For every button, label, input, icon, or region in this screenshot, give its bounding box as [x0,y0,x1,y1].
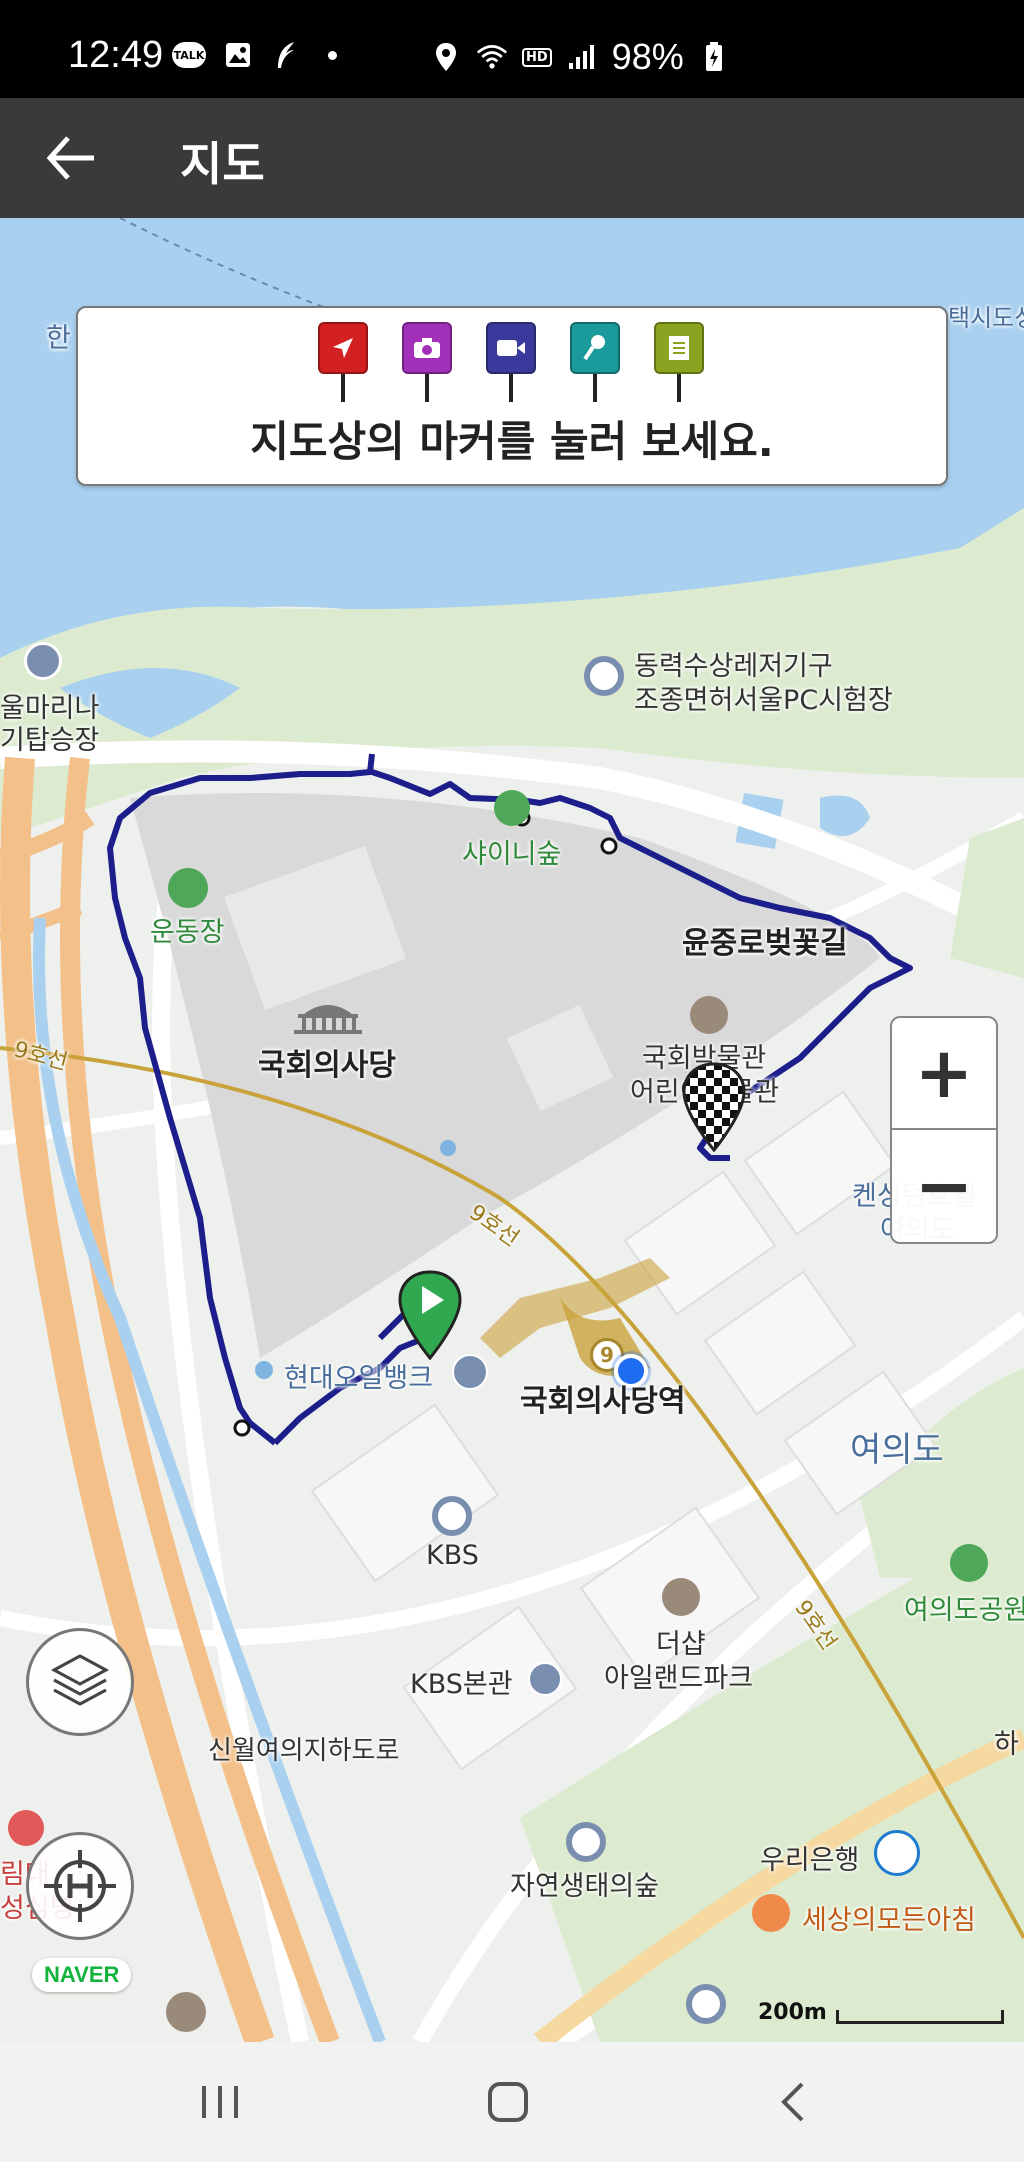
home-icon[interactable] [478,2072,538,2132]
more-notifications-icon [328,50,337,60]
poi-circle-icon-2 [686,1984,726,2024]
map-scale-label: 200m [758,2000,827,2025]
map-label-world-morning: 세상의모든아침 [802,1905,976,1936]
nature-forest-poi-icon [566,1822,606,1862]
zoom-in-button[interactable]: + [892,1018,996,1130]
poi-circle-icon [584,656,624,696]
location-icon [430,42,462,72]
map-label-underpass: 신월여의지하도로 [208,1736,400,1766]
layers-icon [50,1654,110,1706]
map-label-kbs: KBS [426,1540,479,1571]
map-label-island-park: 아일랜드파크 [604,1663,754,1694]
ferry-icon [24,642,62,680]
map-base [0,218,1024,2042]
map-label-marina-2: 기탑승장 [0,725,100,756]
map-label-ha: 하 [994,1729,1019,1760]
building-icon [528,1662,562,1696]
map-view[interactable]: 한 택시도성 울마리나 기탑승장 동력수상레저기구 조종면허서울PC시험장 샤이… [0,218,1024,2042]
restaurant-icon [752,1894,790,1932]
status-time: 12:49 [68,34,164,76]
map-label-power-boat-2: 조종면허서울PC시험장 [634,685,893,716]
map-label-han: 한 [46,323,71,354]
park-tree-icon-2 [950,1544,988,1582]
zoom-controls: + − [890,1016,998,1244]
signal-icon [566,42,598,72]
system-navigation-bar [0,2042,1024,2162]
marker-hint-banner: 지도상의 마커를 눌러 보세요. [76,306,948,486]
memo-icon [654,322,704,374]
layers-button[interactable] [26,1628,134,1736]
battery-level: 98% [611,36,684,77]
recent-apps-icon[interactable] [190,2072,250,2132]
map-label-nature-forest: 자연생태의숲 [510,1871,660,1902]
woori-bank-icon [874,1830,920,1876]
kbs-poi-icon [432,1496,472,1536]
map-label-hyundai-bank: 현대오일뱅크 [284,1363,434,1394]
map-scale-bar [836,2010,1004,2024]
map-label-shiny-forest: 샤이니숲 [462,839,562,870]
app-bar: 지도 [0,98,1024,218]
memo-marker [654,322,704,402]
start-marker-icon[interactable] [398,1270,462,1361]
poi-icon [166,1992,206,2032]
map-label-yeouido: 여의도 [850,1430,944,1470]
hint-message: 지도상의 마커를 눌러 보세요. [250,417,774,466]
marker-legend [318,322,704,402]
battery-charging-icon [698,42,730,72]
camera-marker [402,322,452,402]
microphone-marker [570,322,620,402]
map-label-assembly: 국회의사당 [258,1048,396,1083]
park-tree-icon [494,790,530,826]
assembly-building-icon [290,996,366,1036]
map-label-kbs-hall: KBS본관 [410,1669,513,1700]
status-bar: 12:49 TALK HD 98% [0,0,1024,98]
map-label-cherry-road: 윤중로벚꽃길 [682,926,848,961]
map-label-sports-field: 운동장 [150,917,225,948]
navigation-icon [318,322,368,374]
microphone-icon [570,322,620,374]
navigation-marker [318,322,368,402]
home-location-button[interactable] [26,1832,134,1940]
back-icon[interactable] [764,2072,824,2132]
zoom-out-button[interactable]: − [892,1130,996,1242]
video-marker [486,322,536,402]
gallery-icon [222,40,254,70]
crosshair-home-icon [44,1850,116,1922]
finish-marker-icon[interactable] [682,1062,746,1153]
map-label-taxi: 택시도성 [948,304,1024,332]
apartment-icon [662,1578,700,1616]
museum-icon [690,996,728,1034]
page-title: 지도 [180,137,265,191]
video-camera-icon [486,322,536,374]
feather-icon [270,40,302,70]
notification-icons: TALK [172,40,337,70]
back-arrow-icon[interactable] [44,132,100,184]
map-label-yeouido-park: 여의도공원 [904,1595,1024,1626]
camera-icon [402,322,452,374]
wifi-icon [476,42,508,72]
naver-logo: NAVER [32,1958,132,1992]
map-label-assembly-station: 국회의사당역 [520,1384,686,1419]
hd-voice-icon: HD [522,47,552,67]
system-icons: HD 98% [430,36,730,78]
sports-field-icon [168,868,208,908]
talk-icon: TALK [172,42,206,68]
hospital-icon [8,1810,44,1846]
map-label-woori-bank: 우리은행 [760,1845,860,1876]
